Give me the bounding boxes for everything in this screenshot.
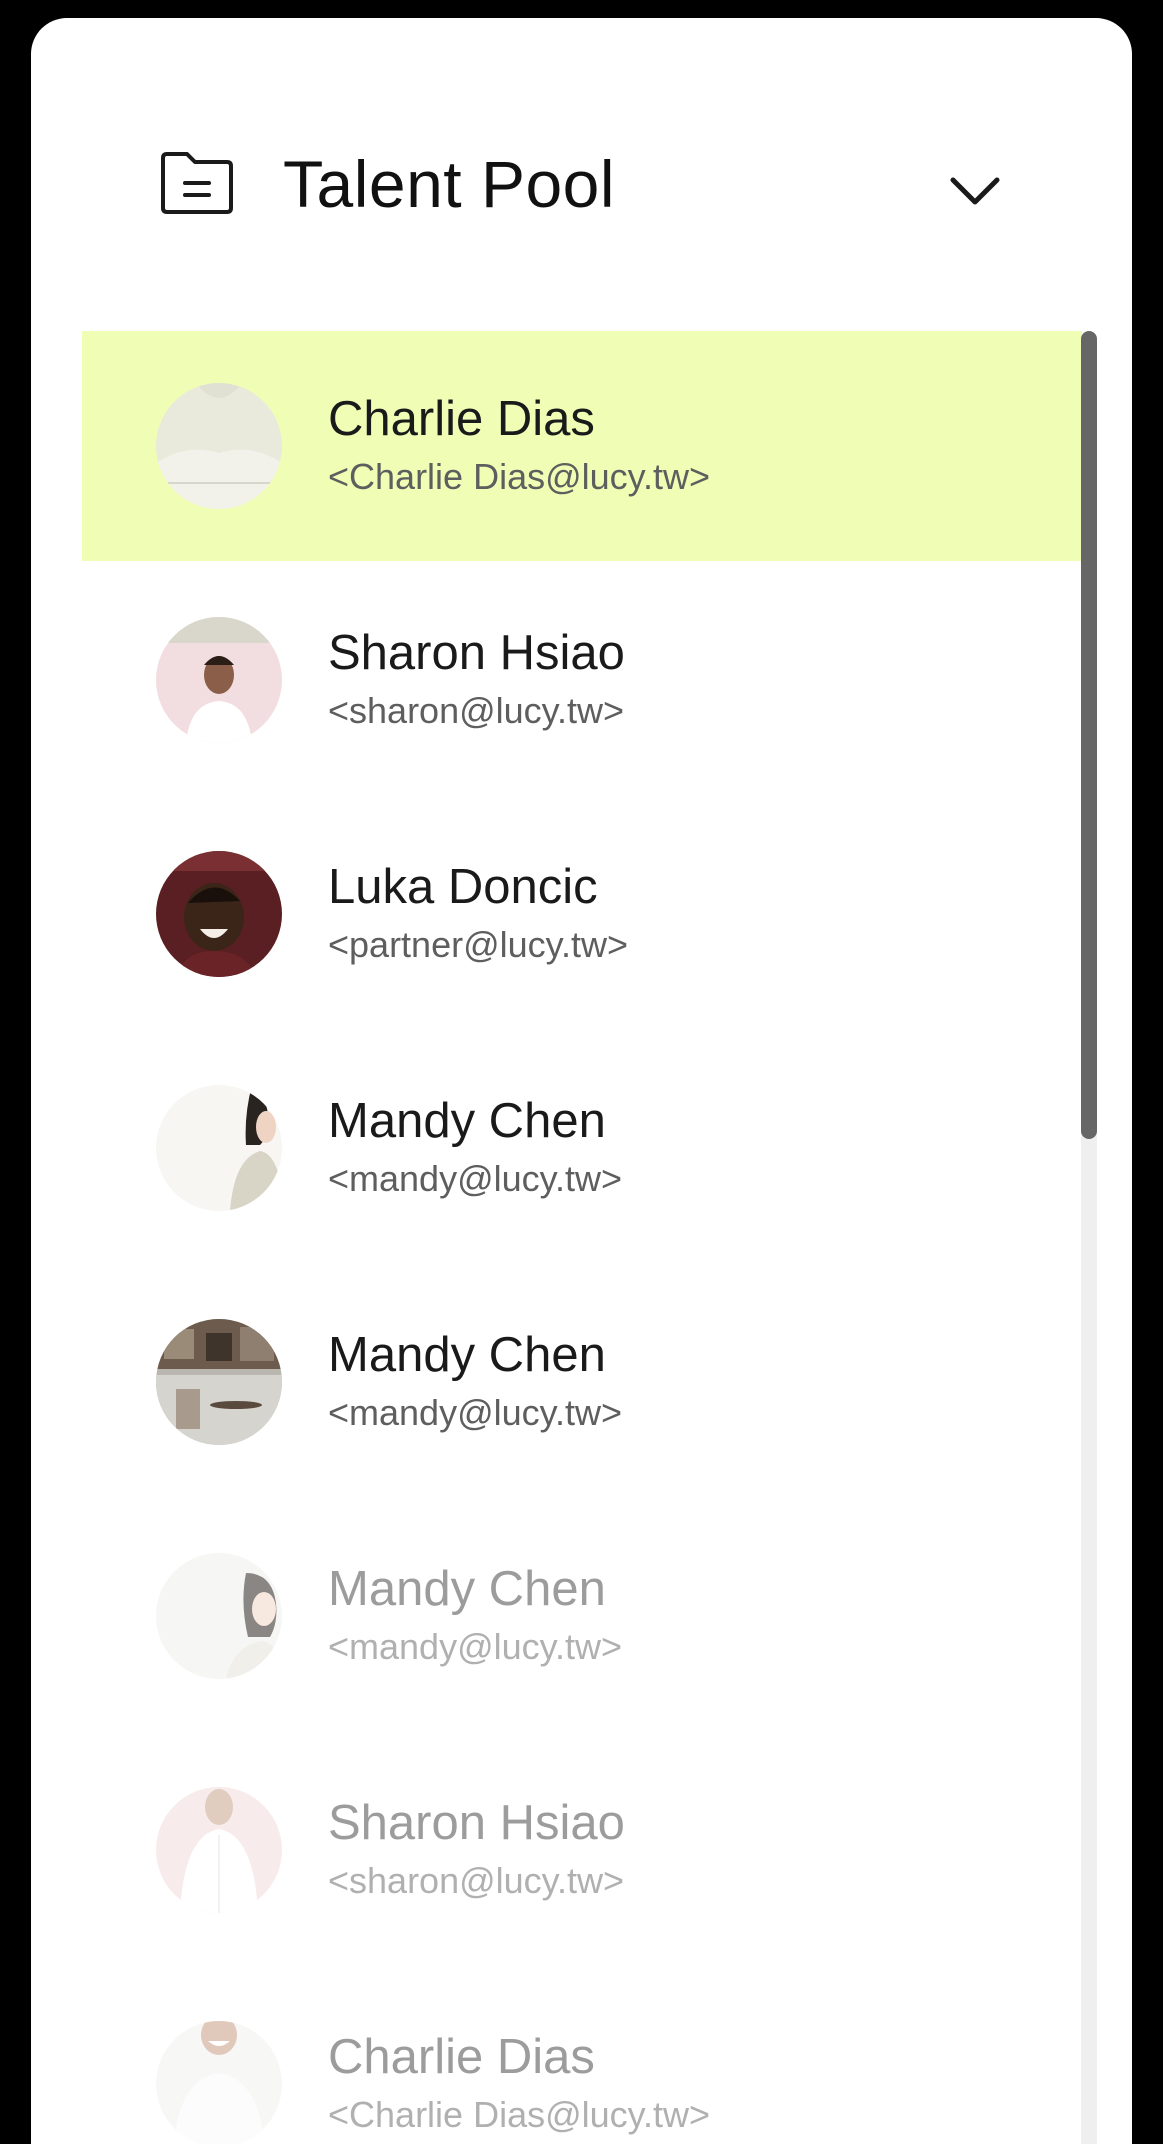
avatar xyxy=(156,2021,282,2144)
candidate-name: Mandy Chen xyxy=(328,1328,606,1382)
candidate-name: Mandy Chen xyxy=(328,1094,606,1148)
candidate-name: Sharon Hsiao xyxy=(328,1796,625,1850)
list-item[interactable]: Mandy Chen <mandy@lucy.tw> xyxy=(82,1501,1082,1731)
screen: Talent Pool Charlie Dias <Charlie Dias@l… xyxy=(0,0,1163,2144)
candidate-email: <mandy@lucy.tw> xyxy=(328,1392,622,1433)
candidate-email: <sharon@lucy.tw> xyxy=(328,1860,625,1901)
list-item[interactable]: Charlie Dias <Charlie Dias@lucy.tw> xyxy=(82,331,1082,561)
candidate-name: Luka Doncic xyxy=(328,860,598,914)
talent-pool-panel: Talent Pool Charlie Dias <Charlie Dias@l… xyxy=(31,18,1132,2144)
avatar xyxy=(156,617,282,743)
list-item[interactable]: Mandy Chen <mandy@lucy.tw> xyxy=(82,1033,1082,1263)
avatar xyxy=(156,1085,282,1211)
page-title: Talent Pool xyxy=(283,147,616,221)
candidate-email: <mandy@lucy.tw> xyxy=(328,1626,622,1667)
list-item[interactable]: Sharon Hsiao <sharon@lucy.tw> xyxy=(82,1735,1082,1965)
talent-list: Charlie Dias <Charlie Dias@lucy.tw> Shar… xyxy=(82,331,1082,2144)
scrollbar-track[interactable] xyxy=(1081,331,1097,2144)
candidate-email: <Charlie Dias@lucy.tw> xyxy=(328,2094,711,2135)
candidate-name: Mandy Chen xyxy=(328,1562,606,1616)
avatar xyxy=(156,383,282,509)
avatar xyxy=(156,1787,282,1913)
folder-document-icon xyxy=(159,150,235,216)
candidate-name: Charlie Dias xyxy=(328,392,595,446)
list-item[interactable]: Charlie Dias <Charlie Dias@lucy.tw> xyxy=(82,1969,1082,2144)
candidate-name: Sharon Hsiao xyxy=(328,626,625,680)
candidate-email: <partner@lucy.tw> xyxy=(328,924,629,965)
avatar xyxy=(156,1319,282,1445)
panel-header: Talent Pool xyxy=(31,18,1132,318)
scrollbar-thumb[interactable] xyxy=(1081,331,1097,1139)
avatar xyxy=(156,1553,282,1679)
list-item[interactable]: Sharon Hsiao <sharon@lucy.tw> xyxy=(82,565,1082,795)
list-item[interactable]: Luka Doncic <partner@lucy.tw> xyxy=(82,799,1082,1029)
avatar xyxy=(156,851,282,977)
candidate-email: <Charlie Dias@lucy.tw> xyxy=(328,456,711,497)
candidate-name: Charlie Dias xyxy=(328,2030,595,2084)
chevron-down-icon[interactable] xyxy=(945,172,1005,212)
list-item[interactable]: Mandy Chen <mandy@lucy.tw> xyxy=(82,1267,1082,1497)
candidate-email: <mandy@lucy.tw> xyxy=(328,1158,622,1199)
candidate-email: <sharon@lucy.tw> xyxy=(328,690,625,731)
